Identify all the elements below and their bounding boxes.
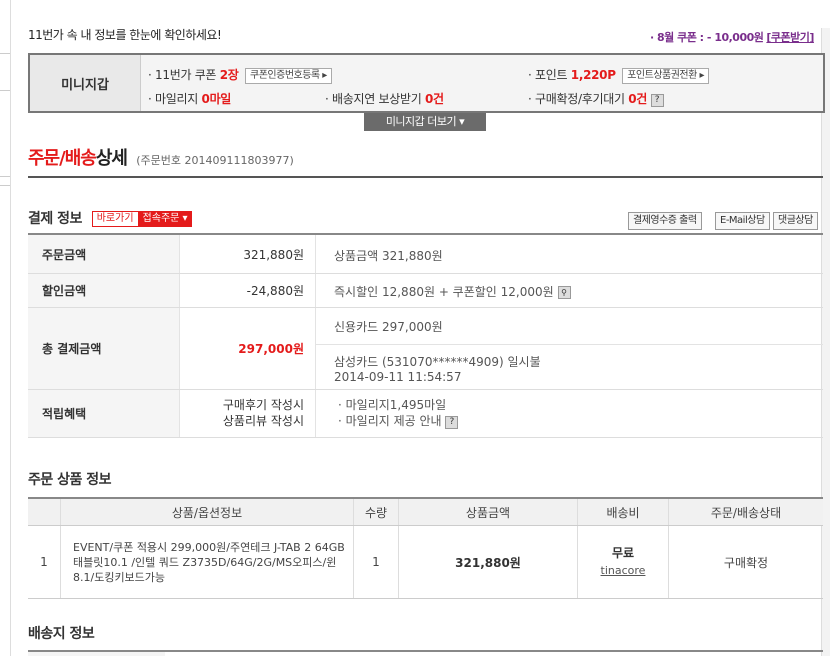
- table-row: 1 EVENT/쿠폰 적용시 299,000원/주연테크 J-TAB 2 64G…: [28, 525, 823, 599]
- column-divider: [315, 308, 316, 389]
- delivery-label-cell: [28, 652, 165, 656]
- card-info: 삼성카드 (531070******4909) 일시불: [334, 355, 541, 369]
- delay-label: · 배송지연 보상받기: [325, 92, 422, 106]
- discount-row: 할인금액 -24,880원 즉시할인 12,880원 + 쿠폰할인 12,000…: [28, 274, 823, 308]
- discount-detail: 즉시할인 12,880원 + 쿠폰할인 12,000원: [334, 285, 554, 299]
- point-convert-button[interactable]: 포인트상품권전환 ▸: [622, 68, 710, 84]
- benefit-row: 적립혜택 구매후기 작성시 상품리뷰 작성시 · 마일리지1,495마일 · 마…: [28, 390, 823, 438]
- comment-consult-button[interactable]: 댓글상담: [773, 212, 818, 230]
- column-divider: [315, 235, 316, 273]
- column-qty: 수량: [353, 497, 399, 526]
- product-table-header: 상품/옵션정보 수량 상품금액 배송비 주문/배송상태: [28, 497, 823, 526]
- coupon-register-button[interactable]: 쿠폰인증번호등록 ▸: [245, 68, 332, 84]
- total-payment-value: 297,000원: [238, 342, 304, 356]
- mini-wallet-more-button[interactable]: 미니지갑 더보기 ▾: [364, 113, 486, 131]
- review-label: · 구매확정/후기대기: [528, 92, 625, 106]
- left-rail: [0, 0, 11, 656]
- seller-link[interactable]: tinacore: [579, 562, 667, 579]
- magnifier-icon[interactable]: ⚲: [557, 286, 571, 299]
- delivery-section-title: 배송지 정보: [28, 626, 95, 642]
- delay-value: 0건: [424, 92, 444, 106]
- order-amount-value: 321,880원: [243, 247, 304, 262]
- monthly-coupon: · 8월 쿠폰 : - 10,000원 [쿠폰받기]: [650, 29, 814, 45]
- card-payment-amount: 신용카드 297,000원: [334, 320, 443, 334]
- product-qty: 1: [353, 525, 399, 599]
- order-amount-detail: 상품금액 321,880원: [334, 249, 443, 263]
- discount-detail-wrap: 즉시할인 12,880원 + 쿠폰할인 12,000원 ⚲: [334, 283, 571, 300]
- payment-datetime: 2014-09-11 11:54:57: [334, 370, 462, 384]
- benefit-values: 구매후기 작성시 상품리뷰 작성시: [180, 397, 304, 429]
- point-row: · 포인트 1,220P 포인트상품권전환 ▸: [528, 66, 710, 84]
- title-divider: [28, 176, 823, 178]
- mileage-row: · 마일리지 0마일: [148, 90, 231, 107]
- shortcut-button[interactable]: 바로가기: [91, 211, 139, 227]
- mini-wallet: 미니지갑 · 11번가 쿠폰 2장 쿠폰인증번호등록 ▸ · 포인트 1,220…: [28, 53, 825, 113]
- point-label: · 포인트: [528, 68, 568, 82]
- product-section-title: 주문 상품 정보: [28, 472, 112, 488]
- left-rail-box: [0, 53, 10, 91]
- coupon-count: 2장: [219, 68, 239, 82]
- page-title: 주문/배송상세 (주문번호 201409111803977): [28, 144, 294, 170]
- column-shipping: 배송비: [577, 497, 669, 526]
- coupon-label: · 11번가 쿠폰: [148, 68, 217, 82]
- delay-row: · 배송지연 보상받기 0건: [325, 90, 444, 107]
- fold-order-button[interactable]: 접속주문 ▾: [138, 211, 192, 227]
- order-status: 구매확정: [668, 525, 823, 599]
- mileage-benefit: · 마일리지1,495마일: [338, 398, 447, 412]
- payment-table: 주문금액 321,880원 상품금액 321,880원 할인금액 -24,880…: [28, 233, 823, 438]
- payment-section-title: 결제 정보: [28, 211, 82, 227]
- payment-header: 결제 정보 바로가기 접속주문 ▾: [28, 208, 192, 228]
- order-amount-label: 주문금액: [28, 235, 180, 273]
- left-rail-box: [0, 176, 10, 186]
- column-divider: [315, 274, 316, 307]
- page-title-red: 주문/배송: [28, 148, 97, 169]
- coupon-month: · 8월 쿠폰 :: [650, 31, 707, 44]
- column-product-info: 상품/옵션정보: [60, 497, 354, 526]
- mileage-label: · 마일리지: [148, 92, 198, 106]
- product-name[interactable]: EVENT/쿠폰 적용시 299,000원/주연테크 J-TAB 2 64GB …: [60, 525, 354, 599]
- get-coupon-link[interactable]: [쿠폰받기]: [766, 31, 814, 44]
- total-payment-row: 총 결제금액 297,000원 신용카드 297,000원 삼성카드 (5310…: [28, 308, 823, 390]
- order-amount-row: 주문금액 321,880원 상품금액 321,880원: [28, 235, 823, 274]
- review-row: · 구매확정/후기대기 0건 ?: [528, 90, 664, 107]
- shipping-cell: 무료 tinacore: [577, 525, 669, 599]
- help-icon[interactable]: ?: [445, 416, 459, 429]
- page-title-black: 상세: [95, 148, 128, 169]
- discount-value: -24,880원: [246, 284, 304, 298]
- total-payment-label: 총 결제금액: [28, 308, 180, 389]
- product-table: 상품/옵션정보 수량 상품금액 배송비 주문/배송상태 1 EVENT/쿠폰 적…: [28, 497, 823, 599]
- coupon-row: · 11번가 쿠폰 2장 쿠폰인증번호등록 ▸: [148, 66, 332, 84]
- shipping-fee: 무료: [611, 546, 635, 560]
- mileage-guide: · 마일리지 제공 안내: [338, 414, 442, 428]
- help-icon[interactable]: ?: [650, 94, 664, 107]
- receipt-print-button[interactable]: 결제영수증 출력: [628, 212, 702, 230]
- order-number: (주문번호 201409111803977): [136, 154, 294, 167]
- column-status: 주문/배송상태: [668, 497, 823, 526]
- mileage-value: 0마일: [201, 92, 232, 106]
- product-price: 321,880원: [398, 525, 578, 599]
- row-inner-divider: [315, 344, 823, 345]
- discount-label: 할인금액: [28, 274, 180, 307]
- coupon-amount: - 10,000원: [706, 31, 764, 44]
- email-consult-button[interactable]: E-Mail상담: [715, 212, 770, 230]
- column-number: [28, 497, 61, 526]
- benefit-details: · 마일리지1,495마일 · 마일리지 제공 안내 ?: [338, 397, 459, 429]
- mini-wallet-title: 미니지갑: [30, 55, 141, 111]
- review-write-benefit: 구매후기 작성시: [222, 398, 304, 412]
- point-value: 1,220P: [570, 68, 616, 82]
- benefit-label: 적립혜택: [28, 390, 180, 437]
- product-review-benefit: 상품리뷰 작성시: [222, 414, 304, 428]
- mileage-guide-wrap: · 마일리지 제공 안내 ?: [338, 413, 459, 429]
- row-number: 1: [28, 525, 61, 599]
- review-value: 0건: [628, 92, 648, 106]
- top-message: 11번가 속 내 정보를 한눈에 확인하세요!: [28, 28, 222, 42]
- column-price: 상품금액: [398, 497, 578, 526]
- column-divider: [315, 390, 316, 437]
